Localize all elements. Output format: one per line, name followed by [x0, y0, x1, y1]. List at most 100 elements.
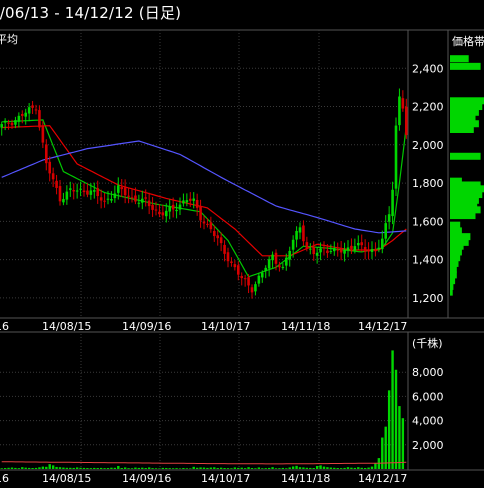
volume-bar — [127, 468, 130, 469]
volume-bar — [346, 467, 350, 469]
candle-body — [171, 204, 175, 210]
candle-body — [34, 109, 38, 111]
volume-bar — [230, 468, 233, 469]
candle-body — [291, 239, 295, 250]
candle-body — [96, 188, 100, 197]
volume-profile-bar — [450, 55, 469, 63]
volume-bar — [182, 468, 185, 469]
candle-body — [356, 242, 360, 246]
volume-bar — [202, 467, 206, 469]
volume-bar — [161, 467, 165, 469]
volume-bar — [216, 468, 219, 469]
volume-bar — [171, 468, 175, 469]
candle-body — [103, 200, 106, 202]
candle-body — [343, 249, 346, 254]
candle-body — [82, 190, 86, 193]
volume-bar — [233, 467, 237, 469]
volume-y-tick-label: 6,000 — [412, 390, 444, 403]
candle-body — [295, 230, 298, 240]
volume-y-tick-label: 4,000 — [412, 415, 444, 428]
volume-bar — [250, 468, 254, 469]
volume-bar — [192, 466, 195, 469]
candle-body — [48, 161, 52, 174]
candle-body — [116, 185, 120, 193]
candle-body — [281, 266, 285, 268]
volume-bar — [381, 437, 384, 469]
candle-body — [401, 98, 405, 109]
candle-body — [68, 188, 72, 190]
candle-body — [315, 252, 319, 256]
candle-body — [134, 195, 137, 202]
volume-y-tick-label: 2,000 — [412, 439, 444, 452]
candle-body — [0, 124, 4, 128]
volume-bar — [398, 406, 401, 469]
volume-bar — [27, 467, 31, 469]
candle-body — [199, 205, 202, 221]
volume-bar — [34, 467, 38, 469]
volume-bar — [165, 468, 168, 469]
candle-body — [89, 190, 93, 195]
y-tick-label: 1,600 — [412, 215, 444, 228]
candle-body — [226, 252, 230, 262]
candle-body — [384, 223, 388, 239]
volume-profile-bar — [450, 125, 474, 133]
candle-body — [120, 187, 124, 190]
candle-body — [168, 206, 172, 212]
candle-body — [404, 106, 408, 136]
candle-body — [24, 112, 28, 117]
candle-body — [360, 242, 364, 246]
candle-body — [62, 199, 65, 203]
volume-y-tick-label: 8,000 — [412, 366, 444, 379]
volume-bar — [240, 467, 243, 469]
volume-bar — [55, 466, 58, 469]
volume-bar — [254, 468, 257, 469]
volume-bar — [175, 468, 178, 469]
candle-body — [130, 197, 134, 199]
volume-bar — [3, 468, 7, 469]
volume-bar — [185, 468, 189, 469]
volume-bar — [195, 467, 199, 469]
volume-bar — [387, 390, 391, 469]
candle-body — [209, 222, 213, 230]
volume-bar — [394, 369, 398, 469]
candle-body — [312, 246, 316, 255]
volume-bar — [120, 468, 123, 469]
volume-bar — [350, 467, 353, 469]
volume-bar — [274, 468, 278, 469]
volume-bar — [147, 467, 151, 469]
candle-body — [151, 204, 154, 210]
candle-body — [219, 237, 223, 244]
volume-bar — [302, 467, 305, 469]
candle-body — [243, 278, 247, 280]
volume-bar — [123, 467, 127, 469]
volume-bar — [106, 468, 110, 469]
candle-body — [308, 248, 312, 250]
candle-body — [350, 245, 353, 249]
candle-body — [106, 198, 110, 200]
candle-body — [212, 230, 216, 237]
volume-bar — [24, 467, 27, 469]
chart-title: 4/06/13 - 14/12/12 (日足) — [0, 4, 182, 22]
y-tick-label: 1,200 — [412, 292, 444, 305]
volume-unit-label: (千株) — [412, 337, 443, 350]
volume-bar — [144, 468, 147, 469]
volume-x-tick-label: 14/11/18 — [281, 472, 330, 484]
volume-bar — [75, 467, 79, 469]
candle-body — [164, 210, 168, 217]
candle-body — [154, 209, 158, 211]
volume-bar — [0, 468, 3, 469]
candle-body — [113, 193, 117, 199]
candle-body — [329, 251, 333, 253]
volume-bar — [267, 467, 271, 469]
volume-bar — [309, 467, 312, 469]
volume-bar — [199, 467, 202, 469]
candle-body — [195, 199, 199, 208]
volume-bar — [93, 467, 96, 469]
candle-body — [41, 126, 45, 143]
candle-body — [240, 275, 244, 279]
candle-body — [51, 173, 55, 180]
candle-body — [75, 190, 79, 192]
candle-body — [257, 275, 261, 284]
candle-body — [127, 195, 130, 197]
x-tick-label: 14/08/15 — [42, 320, 91, 333]
